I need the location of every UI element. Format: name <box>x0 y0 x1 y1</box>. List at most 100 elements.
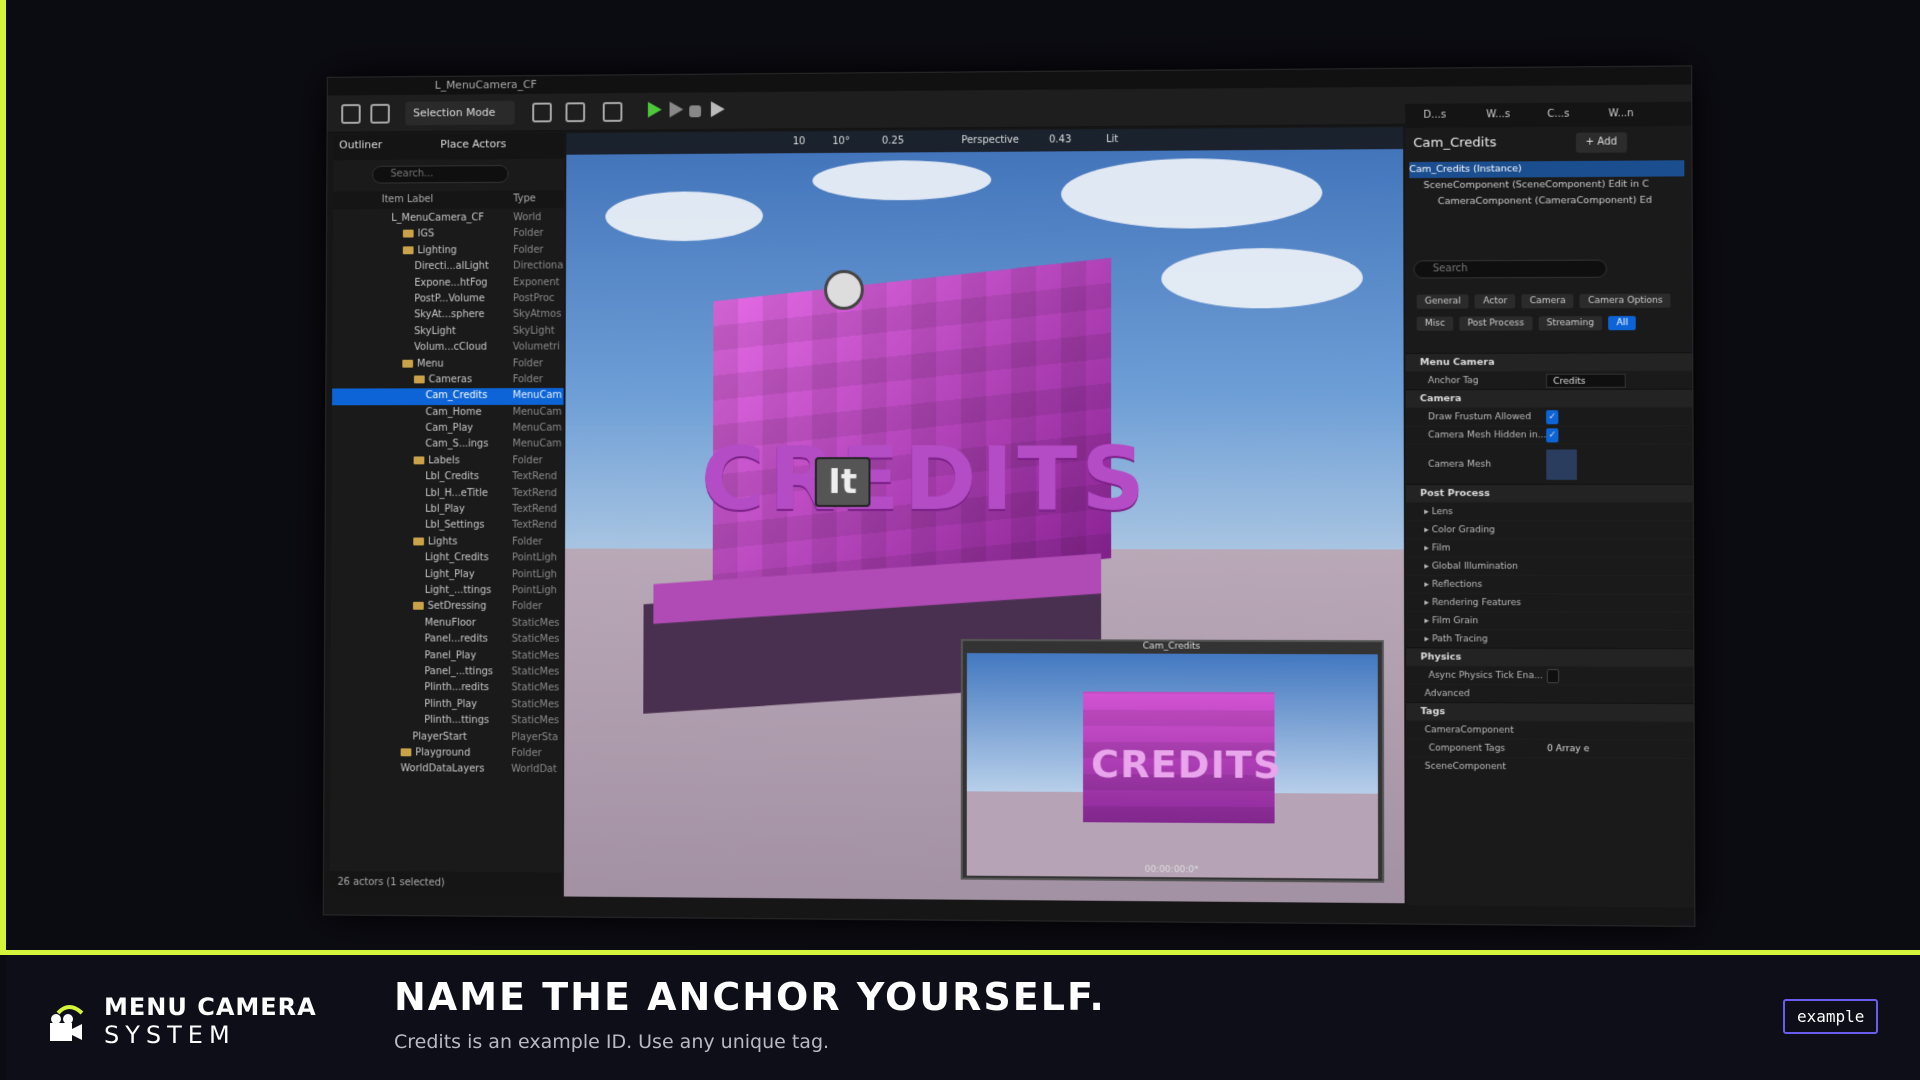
post-process-item[interactable]: ▸ Global Illumination <box>1405 556 1696 576</box>
tab-place-actors[interactable]: Place Actors <box>440 137 506 150</box>
outliner-row[interactable]: L_MenuCamera_CF World <box>333 210 564 227</box>
add-component-button[interactable]: + Add <box>1575 132 1627 153</box>
text-render-icon[interactable]: It <box>814 457 871 507</box>
caption-footer: MENU CAMERA SYSTEM NAME THE ANCHOR YOURS… <box>6 955 1920 1080</box>
outliner-row[interactable]: Light_...ttings PointLigh <box>331 583 563 600</box>
lit-button[interactable]: Lit <box>1106 134 1118 145</box>
scene-component-group[interactable]: SceneComponent <box>1406 756 1696 777</box>
content-icon[interactable] <box>370 103 390 124</box>
blueprint-icon[interactable] <box>565 102 586 123</box>
cinematics-icon[interactable] <box>602 102 623 122</box>
camera-component-group[interactable]: CameraComponent <box>1406 720 1696 740</box>
outliner-row[interactable]: Directi...alLight Directiona <box>333 259 564 276</box>
outliner-row[interactable]: Light_Credits PointLigh <box>331 550 563 567</box>
anchor-tag-field[interactable]: Credits <box>1545 373 1626 388</box>
camera-mesh-thumbnail[interactable] <box>1546 449 1577 480</box>
outliner-row[interactable]: Cam_Credits MenuCam <box>332 388 564 405</box>
tab-c[interactable]: C...s <box>1547 109 1569 120</box>
outliner-row[interactable]: Panel_...ttings StaticMes <box>331 664 563 681</box>
outliner-row[interactable]: Light_Play PointLigh <box>331 567 563 584</box>
draw-frustum-checkbox[interactable]: ✓ <box>1546 410 1559 425</box>
section-physics[interactable]: Physics <box>1406 647 1696 667</box>
outliner-row[interactable]: Playground Folder <box>330 745 562 762</box>
section-post-process[interactable]: Post Process <box>1405 483 1695 503</box>
post-process-item[interactable]: ▸ Color Grading <box>1405 520 1695 539</box>
save-icon[interactable] <box>341 104 361 124</box>
outliner-row[interactable]: Cam_Home MenuCam <box>332 405 564 422</box>
details-search-input[interactable]: Search <box>1413 259 1607 279</box>
mesh-hidden-checkbox[interactable]: ✓ <box>1546 428 1559 443</box>
outliner-row[interactable]: Menu Folder <box>332 356 563 373</box>
outliner-row[interactable]: PlayerStart PlayerSta <box>330 729 562 746</box>
outliner-row[interactable]: Panel...redits StaticMes <box>331 631 563 648</box>
post-process-item[interactable]: ▸ Reflections <box>1406 574 1696 594</box>
async-physics-checkbox[interactable] <box>1546 669 1560 684</box>
step-icon[interactable] <box>669 101 684 118</box>
advanced-row[interactable]: Advanced <box>1406 683 1696 704</box>
outliner-row[interactable]: WorldDataLayers WorldDat <box>330 761 562 779</box>
component-scene[interactable]: SceneComponent (SceneComponent) Edit in … <box>1409 176 1684 194</box>
post-process-item[interactable]: ▸ Lens <box>1405 502 1695 521</box>
outliner-search-input[interactable]: Search... <box>372 164 509 184</box>
component-instance[interactable]: Cam_Credits (Instance) <box>1409 160 1685 179</box>
post-process-item[interactable]: ▸ Film <box>1405 538 1696 557</box>
component-tags-value[interactable]: 0 Array e <box>1547 742 1589 756</box>
grid-snap-value[interactable]: 10 <box>793 136 806 147</box>
outliner-row[interactable]: Panel_Play StaticMes <box>331 648 563 665</box>
tab-details[interactable]: D...s <box>1423 110 1446 121</box>
post-process-item[interactable]: ▸ Film Grain <box>1406 611 1696 630</box>
stop-icon[interactable] <box>689 105 702 118</box>
camera-speed-value[interactable]: 0.43 <box>1049 134 1071 145</box>
outliner-row[interactable]: Cam_Play MenuCam <box>332 421 564 438</box>
outliner-row[interactable]: Lights Folder <box>331 534 563 550</box>
section-menu-camera[interactable]: Menu Camera <box>1405 352 1695 372</box>
selection-mode-button[interactable]: Selection Mode <box>405 100 515 126</box>
angle-snap-value[interactable]: 10° <box>832 136 850 147</box>
filter-chip[interactable]: Actor <box>1474 294 1516 309</box>
section-camera[interactable]: Camera <box>1405 388 1695 408</box>
project-tab[interactable]: L_MenuCamera_CF <box>435 78 537 92</box>
outliner-row[interactable]: Lbl_Settings TextRend <box>331 518 563 534</box>
eject-icon[interactable] <box>710 101 725 118</box>
outliner-row[interactable]: PostP...Volume PostProc <box>333 291 564 308</box>
col-type[interactable]: Type <box>513 193 536 204</box>
outliner-row[interactable]: SetDressing Folder <box>331 599 563 616</box>
add-actor-icon[interactable] <box>532 102 552 123</box>
outliner-row[interactable]: Lbl_Credits TextRend <box>332 469 564 485</box>
filter-chip[interactable]: Camera <box>1521 294 1574 309</box>
outliner-row[interactable]: Cameras Folder <box>332 372 564 389</box>
outliner-row[interactable]: Lbl_H...eTitle TextRend <box>332 486 564 502</box>
outliner-row[interactable]: SkyAt...sphere SkyAtmos <box>332 307 563 324</box>
filter-chip[interactable]: Misc <box>1416 316 1454 331</box>
scale-snap-value[interactable]: 0.25 <box>882 136 904 147</box>
outliner-row[interactable]: Plinth...redits StaticMes <box>331 680 563 697</box>
component-camera[interactable]: CameraComponent (CameraComponent) Ed <box>1409 193 1684 211</box>
post-process-item[interactable]: ▸ Path Tracing <box>1406 629 1696 649</box>
tab-outliner[interactable]: Outliner <box>339 138 382 151</box>
filter-chip[interactable]: Camera Options <box>1579 293 1671 309</box>
outliner-row[interactable]: Lighting Folder <box>333 242 564 259</box>
outliner-row[interactable]: IGS Folder <box>333 226 564 243</box>
section-tags[interactable]: Tags <box>1406 701 1696 722</box>
tab-w[interactable]: W...n <box>1608 108 1633 119</box>
filter-chip[interactable]: General <box>1416 294 1469 309</box>
play-icon[interactable] <box>647 101 662 118</box>
filter-chip[interactable]: Post Process <box>1459 316 1533 331</box>
perspective-button[interactable]: Perspective <box>961 135 1019 146</box>
outliner-row[interactable]: Expone...htFog Exponent <box>333 275 564 292</box>
filter-chip[interactable]: All <box>1608 315 1637 331</box>
outliner-row[interactable]: Plinth_Play StaticMes <box>331 696 563 713</box>
col-item-label[interactable]: Item Label <box>382 194 434 205</box>
outliner-row[interactable]: Plinth...ttings StaticMes <box>330 712 562 729</box>
outliner-row[interactable]: Volum...cCloud Volumetri <box>332 340 563 357</box>
post-process-item[interactable]: ▸ Rendering Features <box>1406 592 1696 612</box>
outliner-row[interactable]: Labels Folder <box>332 453 564 469</box>
lightbulb-icon[interactable] <box>824 269 864 310</box>
outliner-row[interactable]: MenuFloor StaticMes <box>331 615 563 632</box>
outliner-row[interactable]: Cam_S...ings MenuCam <box>332 437 564 453</box>
outliner-row[interactable]: Lbl_Play TextRend <box>332 502 564 518</box>
filter-chip[interactable]: Streaming <box>1538 316 1603 331</box>
level-viewport[interactable]: CREDITS It Perspective 10 10° 0.25 0.43 … <box>563 126 1405 904</box>
outliner-row[interactable]: SkyLight SkyLight <box>332 323 563 340</box>
tab-world[interactable]: W...s <box>1486 109 1510 120</box>
